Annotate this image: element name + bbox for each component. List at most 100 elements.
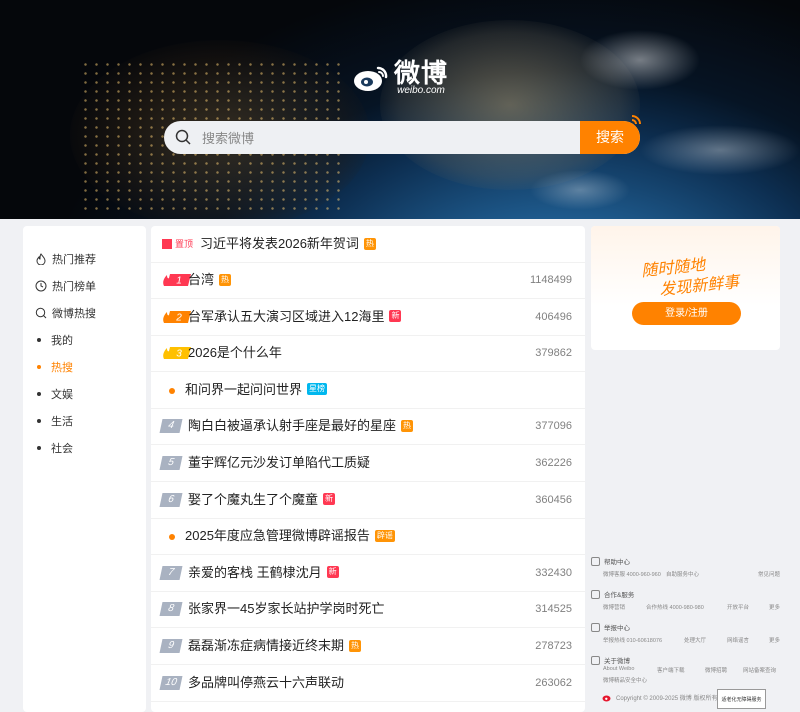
row-count: 406496 [535,310,572,323]
hot-search-list: 置顶 习近平将发表2026新年贺词热 1 台湾热 1148499 2 台军承认五大演习区… [151,226,585,712]
ad-dot-icon [169,387,175,394]
footer-link[interactable]: 微博精品安全中心 [603,676,647,684]
row-title-text: 台湾 [188,272,215,287]
signal-icon [631,115,641,125]
footer-link[interactable]: About Weibo [603,666,634,672]
nav-sub-label: 文娱 [51,389,73,401]
row-title[interactable]: 多品牌叫停燕云十六声联动 [188,665,344,701]
hot-row[interactable]: 和问界一起问问世界 星榜 [151,372,585,409]
accessibility-button[interactable]: 适老化无障碍服务 [717,689,766,709]
nav-sub-label: 我的 [51,335,73,347]
footer-link[interactable]: 微博客服 4000-960-960 [603,570,661,578]
footer-heading: 举报中心 [604,625,630,632]
weibo-eye-icon [354,66,388,91]
pinned-tag: 置顶 [162,237,193,250]
row-title[interactable]: 董宇辉亿元沙发订单陷代工质疑 [188,445,370,481]
row-title[interactable]: 2026是个什么年 [188,335,282,371]
nav-item-hot-recommend[interactable]: 热门推荐 [35,251,96,267]
rank-number: 7 [159,565,183,580]
weibo-logo[interactable]: 微博 weibo.com [352,60,448,96]
row-count: 278723 [535,640,572,652]
hot-row[interactable]: 7 亲爱的客栈 王鹤棣沈月新 332430 [151,555,585,592]
nav-sub-entertainment[interactable]: 文娱 [37,386,73,402]
row-title-text: 多品牌叫停燕云十六声联动 [188,674,345,690]
row-title[interactable]: 台湾热 [188,262,232,298]
left-nav: 热门推荐 热门榜单 微博热搜 我的 热搜 文娱 生活 社会 [23,226,146,712]
footer-section-help: 帮助中心 [591,556,630,566]
nav-item-hot-search[interactable]: 微博热搜 [35,305,96,321]
row-title-text: 台军承认五大演习区域进入12海里 [188,308,385,324]
row-count: 314525 [535,603,572,616]
rank-number: 8 [159,602,183,617]
bullet-icon [37,392,41,396]
hot-row[interactable]: 4 陶白白被逼承认射手座是最好的星座热 377096 [151,408,585,446]
footer-link[interactable]: 微博营销 [603,603,625,611]
rank-number: 5 [159,456,183,470]
hot-row[interactable]: 9 磊磊渐冻症病情接近终末期热 278723 [151,628,585,665]
footer-link[interactable]: 开放平台 [727,603,749,611]
footer-link[interactable]: 举报热线 010-60618076 [603,636,662,644]
nav-sub-life[interactable]: 生活 [37,413,73,429]
footer-section-cooperation: 合作&服务 [591,589,634,599]
footer-section-report: 举报中心 [591,622,630,632]
hot-row[interactable]: 2025年度应急管理微博辟谣报告 辟谣 [151,518,585,556]
hot-row[interactable]: 2 台军承认五大演习区域进入12海里新 406496 [151,299,585,336]
footer-link[interactable]: 更多 [769,603,780,611]
report-icon [591,622,600,632]
pinned-row[interactable]: 置顶 习近平将发表2026新年贺词热 [151,226,585,263]
weibo-small-icon [602,695,611,702]
search-bar: 搜索 [164,121,640,154]
row-title[interactable]: 台军承认五大演习区域进入12海里新 [188,299,402,335]
row-count: 362226 [535,457,572,469]
rank-number: 6 [159,492,183,507]
hot-row[interactable]: 8 张家界一45岁家长站护学岗时死亡 314525 [151,591,585,629]
row-title[interactable]: 2025年度应急管理微博辟谣报告 辟谣 [185,518,395,554]
footer-link[interactable]: 微博招聘 [705,666,727,674]
footer-link[interactable]: 自助服务中心 [666,570,699,578]
row-title-text: 习近平将发表2026新年贺词 [200,236,359,251]
row-title-text: 2026是个什么年 [188,345,282,361]
nav-item-hot-lists[interactable]: 热门榜单 [35,278,96,294]
hot-row[interactable]: 6 娶了个魔丸生了个魔童新 360456 [151,482,585,519]
footer-link[interactable]: 处理大厅 [684,636,706,644]
nav-sub-mine[interactable]: 我的 [37,332,73,348]
row-badge: 热 [401,419,414,432]
footer-link[interactable]: 网站备案查询 [743,666,776,674]
nav-sub-hot-search[interactable]: 热搜 [37,359,73,375]
row-title-text: 娶了个魔丸生了个魔童 [188,491,319,507]
nav-item-label: 热门推荐 [52,254,96,266]
row-badge: 热 [219,273,232,286]
row-title-text: 董宇辉亿元沙发订单陷代工质疑 [188,455,371,470]
row-badge: 辟谣 [374,529,395,542]
rank-fire-icon: 1 [163,274,191,287]
hot-row[interactable]: 5 董宇辉亿元沙发订单陷代工质疑 362226 [151,445,585,482]
footer-link[interactable]: 网络谣言 [727,636,749,644]
footer-link[interactable]: 客户端下载 [657,666,685,674]
rank-number: 10 [159,675,183,690]
hot-row[interactable]: 1 台湾热 1148499 [151,262,585,299]
search-input[interactable] [200,121,584,154]
row-title[interactable]: 亲爱的客栈 王鹤棣沈月新 [188,555,339,591]
hot-row[interactable]: 10 多品牌叫停燕云十六声联动 263062 [151,665,585,702]
row-badge: 星榜 [307,383,328,396]
login-register-button[interactable]: 登录/注册 [632,302,741,325]
row-count: 379862 [535,347,572,360]
footer-link[interactable]: 更多 [769,636,780,644]
nav-sub-society[interactable]: 社会 [37,440,73,456]
rank-number: 1 [176,276,182,287]
row-title[interactable]: 张家界一45岁家长站护学岗时死亡 [188,591,384,627]
row-title[interactable]: 娶了个魔丸生了个魔童新 [188,482,336,518]
login-promo: 随时随地 发现新鲜事 登录/注册 [591,226,780,350]
hot-row[interactable]: 3 2026是个什么年 379862 [151,335,585,373]
row-title[interactable]: 磊磊渐冻症病情接近终末期热 [188,628,362,664]
search-icon [175,129,191,145]
row-title[interactable]: 习近平将发表2026新年贺词热 [200,226,376,262]
pinned-label: 置顶 [175,239,194,249]
footer-link[interactable]: 合作热线 4000-980-980 [646,603,704,611]
row-title[interactable]: 和问界一起问问世界 星榜 [185,372,328,408]
footer-link[interactable]: 常见问题 [758,570,780,578]
footer-heading: 合作&服务 [604,592,635,599]
row-badge: 热 [363,237,376,250]
rank-number: 4 [159,419,183,434]
row-title[interactable]: 陶白白被逼承认射手座是最好的星座热 [188,408,414,444]
